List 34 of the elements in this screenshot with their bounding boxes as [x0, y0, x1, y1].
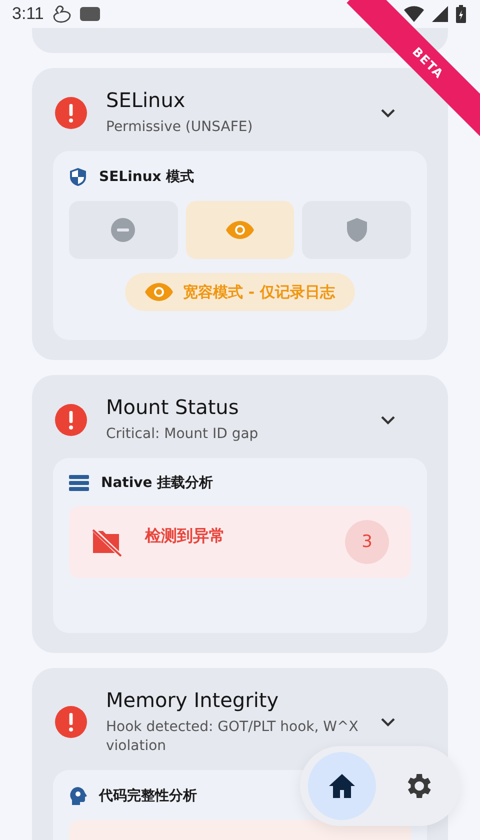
list-icon: [69, 475, 89, 491]
anomaly-text: 检测到异常: [145, 526, 226, 547]
duck-icon: [52, 4, 72, 24]
home-icon: [328, 773, 356, 799]
eye-icon: [226, 220, 254, 240]
eye-icon: [145, 282, 174, 302]
chevron-down-icon[interactable]: [380, 717, 396, 727]
blocked-icon: [111, 218, 136, 242]
section-title: Native 挂载分析: [101, 474, 214, 492]
error-icon: [55, 96, 87, 128]
anomaly-count: 3: [345, 520, 389, 564]
card-subtitle: Critical: Mount ID gap: [106, 425, 260, 444]
nav-button[interactable]: [308, 752, 376, 820]
section-title: SELinux 模式: [99, 168, 194, 186]
card-title: Memory Integrity: [106, 688, 280, 712]
wifi-icon: [404, 6, 424, 22]
card-title: SELinux: [106, 88, 186, 112]
battery-icon: [456, 5, 466, 23]
card-subtitle: Permissive (UNSAFE): [106, 118, 254, 137]
card-title: Mount Status: [106, 395, 240, 419]
section-title: 代码完整性分析: [99, 787, 197, 805]
error-icon: [55, 404, 87, 436]
card-subtitle: Hook detected: GOT/PLT hook, W^X violation: [106, 718, 360, 756]
head-icon: [69, 786, 87, 806]
folder-off-icon: [91, 527, 123, 557]
status-time: 3:11: [12, 4, 44, 24]
hms-icon: [80, 7, 100, 21]
mode-status-text: 宽容模式 - 仅记录日志: [183, 282, 335, 302]
signal-icon: [432, 6, 448, 22]
shield-icon: [346, 218, 367, 242]
chevron-down-icon[interactable]: [380, 108, 396, 118]
shield-icon: [69, 167, 87, 187]
error-icon: [55, 706, 87, 738]
chevron-down-icon[interactable]: [380, 414, 396, 424]
